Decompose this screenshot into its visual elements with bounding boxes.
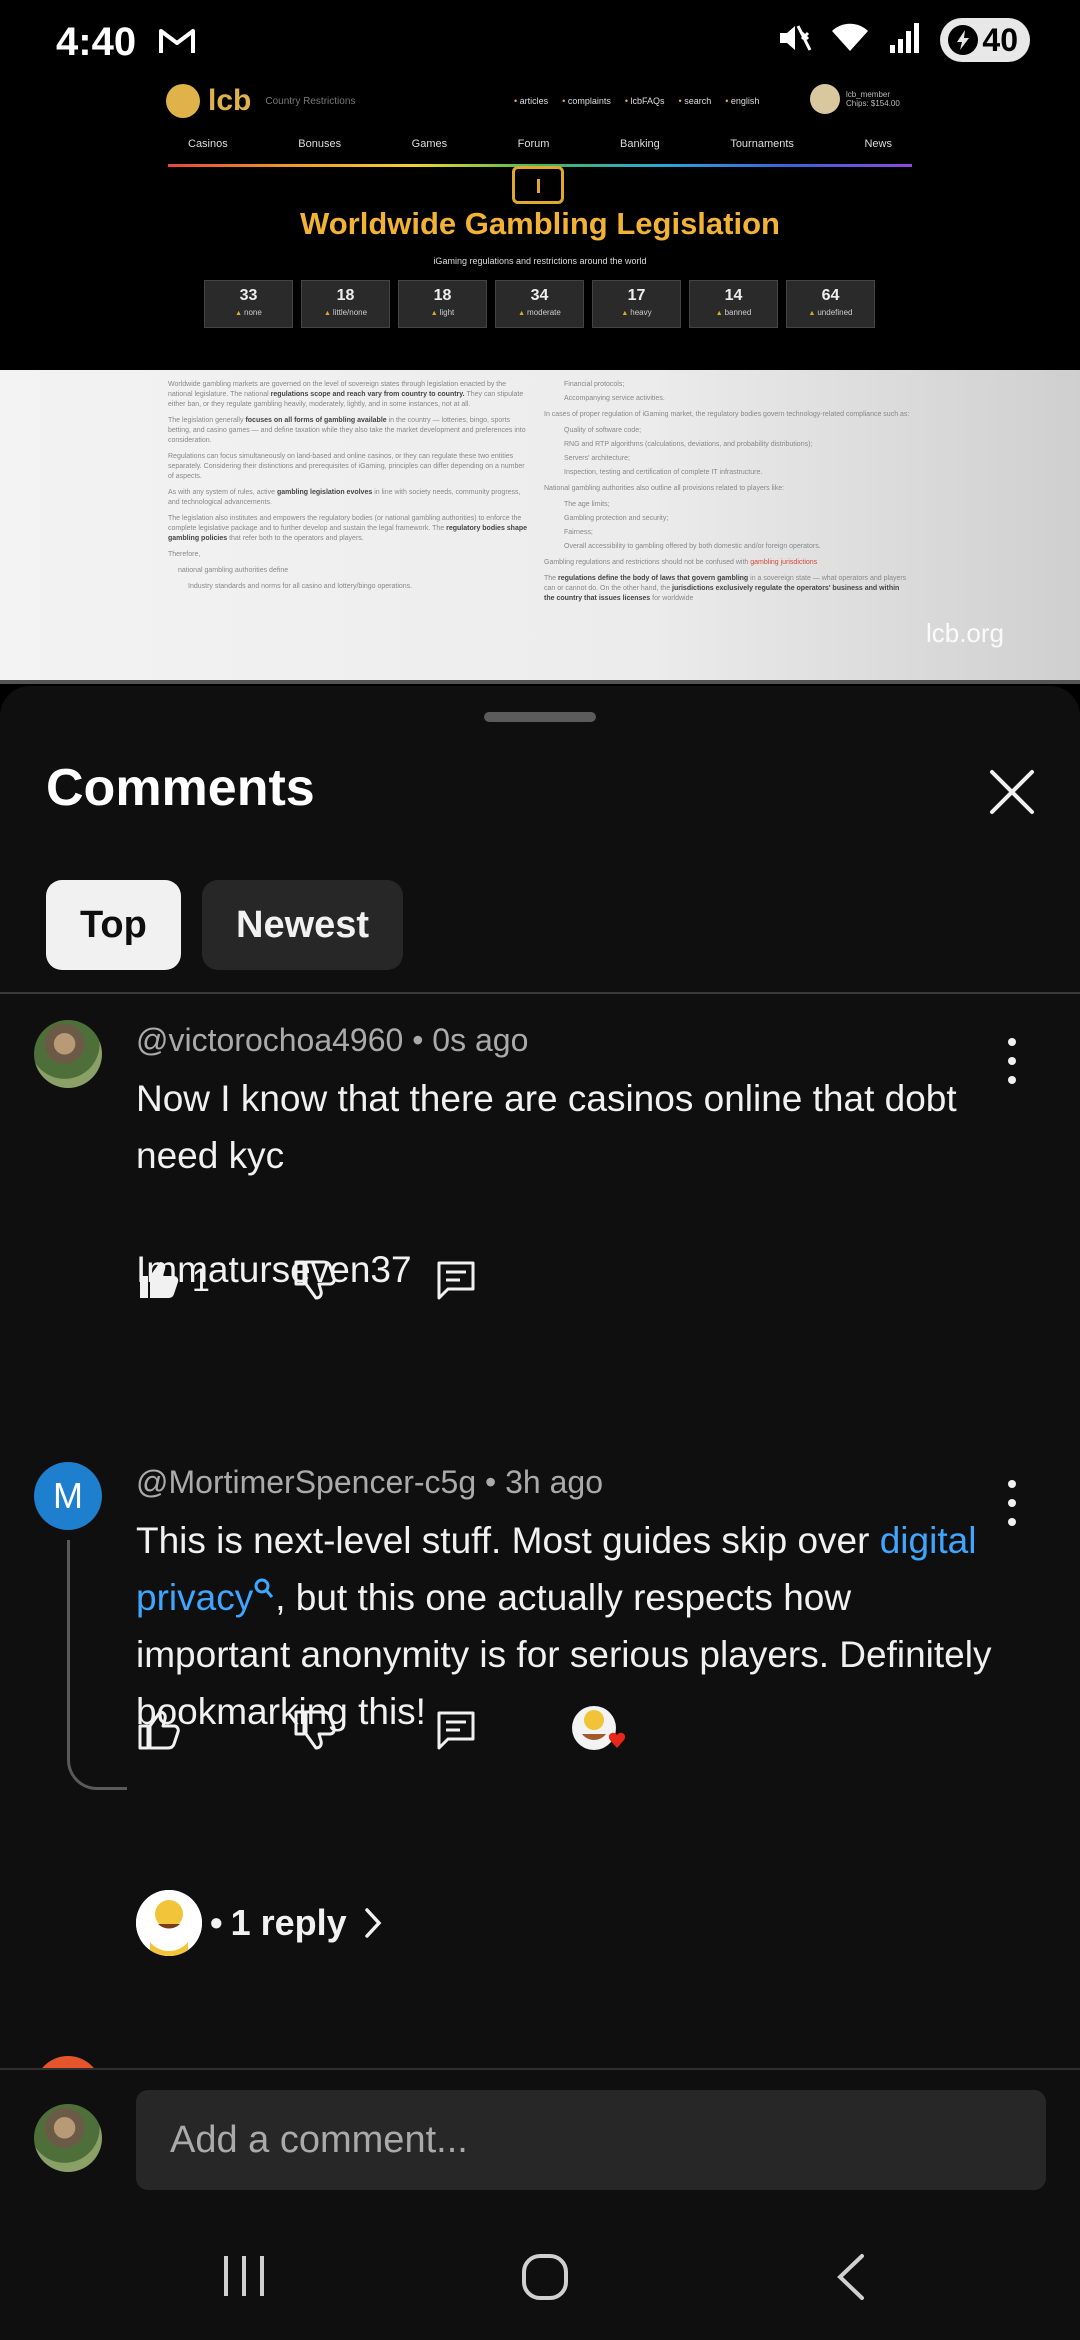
thumb-down-icon	[294, 1710, 336, 1750]
thread-curve	[67, 1750, 127, 1790]
battery-level: 40	[982, 21, 1018, 58]
home-button[interactable]	[520, 2252, 570, 2307]
recents-button[interactable]	[220, 2252, 268, 2305]
site-page-title: Worldwide Gambling Legislation	[300, 206, 780, 241]
chevron-right-icon	[364, 1908, 382, 1938]
status-time: 4:40	[56, 20, 137, 64]
comment-actions: 1	[136, 1258, 478, 1302]
stat-card: 33none	[204, 280, 293, 328]
comments-panel: Comments Top Newest @victorochoa4960 • 0…	[0, 686, 1080, 2340]
site-user: lcb_member Chips: $154.00	[810, 84, 900, 114]
recents-icon	[224, 2256, 264, 2296]
thread-line	[67, 1540, 70, 1750]
like-count: 1	[192, 1261, 210, 1298]
close-button[interactable]	[986, 766, 1038, 818]
comment-input[interactable]	[136, 2090, 1046, 2190]
more-vert-icon[interactable]	[1004, 1480, 1020, 1526]
comment-time: 3h ago	[505, 1464, 603, 1500]
legislation-badge-icon	[512, 166, 564, 204]
dislike-button[interactable]	[292, 1258, 434, 1302]
site-user-avatar	[810, 84, 840, 114]
site-nav: Casinos Bonuses Games Forum Banking Tour…	[188, 138, 892, 150]
signal-icon	[888, 21, 922, 60]
stat-card: 14banned	[689, 280, 778, 328]
doc-left-column: Worldwide gambling markets are governed …	[168, 381, 528, 590]
stat-card: 34moderate	[495, 280, 584, 328]
like-button[interactable]: 1	[136, 1258, 292, 1302]
drag-handle[interactable]	[484, 712, 596, 722]
comment-author[interactable]: @victorochoa4960	[136, 1022, 403, 1058]
legislation-stats: 33none 18little/none 18light 34moderate …	[204, 280, 875, 328]
site-logo: lcb Country Restrictions	[166, 84, 355, 118]
back-button[interactable]	[830, 2252, 870, 2307]
video-frame-document: Worldwide gambling markets are governed …	[0, 370, 1080, 684]
comment-meta: @MortimerSpencer-c5g • 3h ago	[136, 1464, 603, 1500]
status-bar: 4:40 40	[0, 0, 1080, 84]
search-icon	[254, 1578, 274, 1598]
tab-top[interactable]: Top	[46, 880, 181, 970]
creator-avatar	[136, 1890, 202, 1956]
battery-icon: 40	[940, 18, 1030, 62]
comment-item: M @MortimerSpencer-c5g • 3h ago This is …	[0, 1462, 1080, 1982]
avatar[interactable]	[34, 1020, 102, 1088]
reply-button[interactable]	[434, 1708, 570, 1752]
system-nav-bar	[0, 2196, 1080, 2340]
reply-icon	[437, 1261, 475, 1300]
mute-icon	[776, 20, 812, 61]
comment-item: @victorochoa4960 • 0s ago Now I know tha…	[0, 1020, 1080, 1320]
gmail-icon	[158, 26, 196, 61]
comment-actions	[136, 1702, 640, 1758]
close-icon	[990, 770, 1034, 814]
reply-button[interactable]	[434, 1258, 478, 1302]
comment-meta: @victorochoa4960 • 0s ago	[136, 1022, 529, 1058]
dislike-button[interactable]	[292, 1708, 434, 1752]
site-top-links: articles complaints lcbFAQs search engli…	[514, 96, 760, 106]
like-button[interactable]	[136, 1708, 292, 1752]
divider	[0, 992, 1080, 994]
avatar[interactable]: M	[34, 1462, 102, 1530]
comment-author[interactable]: @MortimerSpencer-c5g	[136, 1464, 476, 1500]
creator-heart-icon	[570, 1702, 640, 1758]
avatar[interactable]	[34, 2104, 102, 2172]
reply-count: 1 reply	[230, 1902, 347, 1943]
site-page-subtitle: iGaming regulations and restrictions aro…	[433, 256, 647, 266]
thumb-up-icon	[138, 1710, 180, 1750]
video-player[interactable]: lcb Country Restrictions articles compla…	[0, 84, 1080, 684]
panel-title: Comments	[46, 759, 315, 817]
stat-card: 17heavy	[592, 280, 681, 328]
view-replies-button[interactable]: • 1 reply	[136, 1890, 387, 1956]
video-frame-header: lcb Country Restrictions articles compla…	[0, 84, 1080, 370]
back-icon	[837, 2254, 864, 2300]
charging-bolt-icon	[948, 25, 979, 55]
stat-card: 18little/none	[301, 280, 390, 328]
lcb-logo-icon	[166, 84, 200, 118]
wifi-icon	[830, 21, 870, 60]
stat-card: 18light	[398, 280, 487, 328]
thumb-up-icon	[140, 1262, 179, 1298]
tab-newest[interactable]: Newest	[202, 880, 404, 970]
reply-icon	[437, 1711, 475, 1750]
doc-right-column: Financial protocols; Accompanying servic…	[544, 381, 910, 602]
status-icons: 40	[776, 18, 1030, 62]
video-progress-bar[interactable]	[0, 680, 1080, 684]
comment-time: 0s ago	[432, 1022, 529, 1058]
more-vert-icon[interactable]	[1004, 1038, 1020, 1084]
home-icon	[522, 2254, 568, 2300]
thumb-down-icon	[294, 1260, 336, 1300]
stat-card: 64undefined	[786, 280, 875, 328]
video-watermark: lcb.org	[925, 618, 1004, 648]
